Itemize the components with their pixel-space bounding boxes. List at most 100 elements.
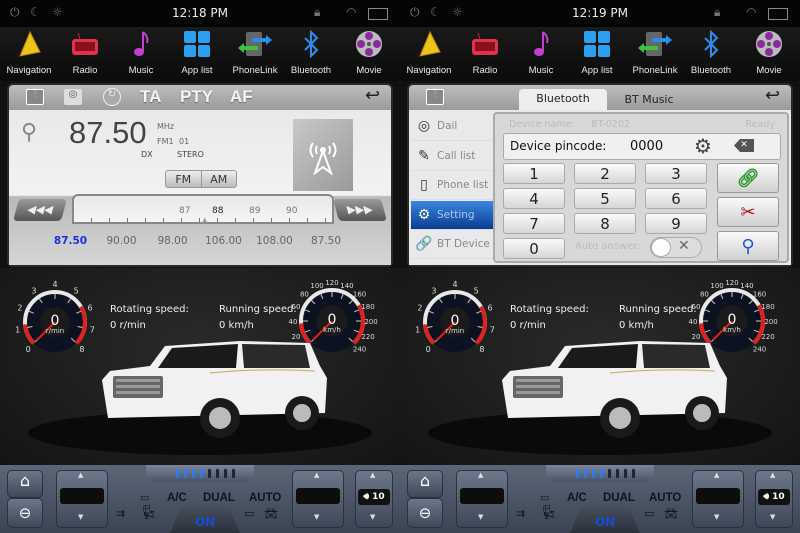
back-icon[interactable]: ↩ [765, 85, 780, 106]
seat-airflow-icon[interactable]: 💺︎ [140, 505, 158, 521]
disconnect-button[interactable]: ✂ [717, 197, 779, 227]
power-on-button[interactable]: ON [170, 508, 240, 533]
on-label: ON [594, 515, 616, 529]
preset-button[interactable]: 106.00 [198, 235, 250, 247]
key-0[interactable]: 0 [503, 238, 565, 259]
seek-forward-button[interactable]: ▶▶▶ [333, 199, 387, 221]
dock-music[interactable]: Music [512, 29, 570, 76]
pty-button[interactable]: PTY [180, 87, 213, 107]
equalizer-icon[interactable]: ⫶ [26, 89, 44, 105]
volume-control[interactable]: ▲ 🔊︎ 10 ▼ [355, 470, 393, 528]
key-8[interactable]: 8 [574, 213, 636, 234]
recent-apps-icon[interactable] [768, 8, 788, 20]
preset-button[interactable]: 87.50 [45, 235, 97, 247]
dock-app-list[interactable]: App list [568, 29, 626, 76]
right-temp-display [696, 488, 740, 504]
right-temp-control[interactable]: ▲ ▼ [292, 470, 344, 528]
search-devices-button[interactable]: ⚲ [717, 231, 779, 261]
home-button[interactable]: ⌂ [407, 470, 443, 498]
back-button[interactable]: ⊖ [7, 498, 43, 528]
back-button[interactable]: ⊖ [407, 498, 443, 528]
preset-button[interactable]: 108.00 [249, 235, 301, 247]
dock-music[interactable]: Music [112, 29, 170, 76]
seek-back-button[interactable]: ◀◀◀ [13, 199, 67, 221]
dual-button[interactable]: DUAL [603, 492, 635, 504]
right-temp-control[interactable]: ▲ ▼ [692, 470, 744, 528]
recirculation-icon[interactable]: 🚘︎ [664, 507, 678, 520]
dock-label: Navigation [406, 65, 452, 76]
airflow-direction-icon[interactable]: ⇉ [116, 507, 125, 520]
dock-movie[interactable]: Movie [340, 29, 398, 76]
preset-button[interactable]: 90.00 [96, 235, 148, 247]
key-1[interactable]: 1 [503, 163, 565, 184]
fan-speed-indicator[interactable] [546, 465, 654, 482]
defrost-rear-icon[interactable]: ▭ [244, 507, 254, 520]
fm-button[interactable]: FM [166, 171, 202, 187]
scan-icon[interactable]: ↻ [103, 88, 121, 106]
dock-phonelink[interactable]: PhoneLink [226, 29, 284, 76]
volume-control[interactable]: ▲ 🔊︎ 10 ▼ [755, 470, 793, 528]
search-icon[interactable]: ⚲ [21, 120, 37, 145]
sidebar-item-call-list[interactable]: ✎ Call list [411, 142, 493, 171]
defrost-front-icon[interactable]: ▭ [140, 493, 149, 504]
ta-button[interactable]: TA [140, 87, 161, 107]
fan-level-bar [184, 469, 187, 478]
fan-speed-indicator[interactable] [146, 465, 254, 482]
key-9[interactable]: 9 [645, 213, 707, 234]
key-3[interactable]: 3 [645, 163, 707, 184]
dock-radio[interactable]: Radio [56, 29, 114, 76]
power-on-button[interactable]: ON [570, 508, 640, 533]
radio-record-icon[interactable]: ◎ [64, 89, 82, 105]
recent-apps-icon[interactable] [368, 8, 388, 20]
fan-level-bar [216, 469, 219, 478]
ac-button[interactable]: A/C [167, 492, 187, 504]
preset-button[interactable]: 98.00 [147, 235, 199, 247]
on-label: ON [194, 515, 216, 529]
sidebar-item-dail[interactable]: ◎ Dail [411, 112, 493, 141]
recirculation-icon[interactable]: 🚘︎ [264, 507, 278, 520]
tab-bluetooth[interactable]: Bluetooth [519, 89, 607, 110]
defrost-rear-icon[interactable]: ▭ [644, 507, 654, 520]
auto-button[interactable]: AUTO [649, 492, 681, 504]
left-temp-control[interactable]: ▲ ▼ [456, 470, 508, 528]
airflow-direction-icon[interactable]: ⇉ [516, 507, 525, 520]
sidebar-item-bt-device[interactable]: 🔗 BT Device [411, 230, 493, 259]
dock-radio[interactable]: Radio [456, 29, 514, 76]
scale-tick [253, 218, 254, 222]
equalizer-icon[interactable]: ⫶ [426, 89, 444, 105]
dual-button[interactable]: DUAL [203, 492, 235, 504]
tab-bt-music[interactable]: BT Music [609, 90, 689, 111]
gear-icon[interactable]: ⚙ [694, 134, 712, 158]
key-4[interactable]: 4 [503, 188, 565, 209]
dock-navigation[interactable]: Navigation [0, 29, 58, 76]
key-7[interactable]: 7 [503, 213, 565, 234]
preset-button[interactable]: 87.50 [300, 235, 352, 247]
auto-answer-toggle[interactable]: ✕ [650, 237, 702, 258]
left-temp-control[interactable]: ▲ ▼ [56, 470, 108, 528]
dock-movie[interactable]: Movie [740, 29, 798, 76]
am-button[interactable]: AM [202, 171, 237, 187]
af-button[interactable]: AF [230, 87, 253, 107]
connect-button[interactable]: 🔗︎ [717, 163, 779, 193]
auto-button[interactable]: AUTO [249, 492, 281, 504]
seat-airflow-icon[interactable]: 💺︎ [540, 505, 558, 521]
dock-app-list[interactable]: App list [168, 29, 226, 76]
dock-navigation[interactable]: Navigation [400, 29, 458, 76]
key-6[interactable]: 6 [645, 188, 707, 209]
sidebar-item-phone-list[interactable]: ▯ Phone list [411, 171, 493, 200]
key-2[interactable]: 2 [574, 163, 636, 184]
search-icon: ⚲ [741, 235, 755, 257]
dock-bluetooth[interactable]: Bluetooth [282, 29, 340, 76]
defrost-front-icon[interactable]: ▭ [540, 493, 549, 504]
sidebar-item-setting[interactable]: ⚙ Setting [411, 200, 493, 230]
dock-bluetooth[interactable]: Bluetooth [682, 29, 740, 76]
key-5[interactable]: 5 [574, 188, 636, 209]
climate-bar: ⌂ ⊖ ▲ ▼ ▭ A/C DUAL AUTO ⇉ 💺︎ ON ▭ 🚘︎ ▲ ▼ ▲… [0, 465, 400, 533]
back-icon[interactable]: ↩ [365, 85, 380, 106]
dock-phonelink[interactable]: PhoneLink [626, 29, 684, 76]
backspace-icon[interactable]: ✕ [734, 139, 754, 152]
ac-button[interactable]: A/C [567, 492, 587, 504]
pincode-field[interactable]: Device pincode: 0000 ⚙ ✕ [503, 133, 781, 160]
fan-level-bar [600, 469, 603, 478]
home-button[interactable]: ⌂ [7, 470, 43, 498]
